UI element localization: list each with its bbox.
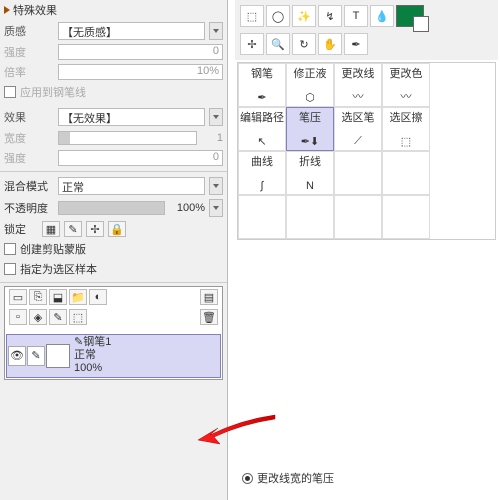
rate-val[interactable]: 10% xyxy=(58,64,223,80)
lock-move-icon[interactable]: ✢ xyxy=(86,221,104,237)
cell-b4 xyxy=(382,195,430,239)
wand-icon[interactable]: ✨ xyxy=(292,5,316,27)
mask-icon[interactable]: ◐ xyxy=(89,289,107,305)
texture-label: 质感 xyxy=(4,23,54,39)
intensity2-val[interactable]: 0 xyxy=(58,150,223,166)
cell-correction[interactable]: 修正液⬡ xyxy=(286,63,334,107)
lock-pad-icon[interactable]: 🔒 xyxy=(108,221,126,237)
folder-icon[interactable]: 📁 xyxy=(69,289,87,305)
pressure-radio-label: 更改线宽的笔压 xyxy=(257,470,334,486)
cell-e1 xyxy=(334,151,382,195)
sel-label: 指定为选区样本 xyxy=(20,261,97,277)
trash-icon[interactable]: 🗑 xyxy=(200,309,218,325)
width-bar[interactable] xyxy=(58,131,197,145)
intensity2-label: 强度 xyxy=(4,150,54,166)
cell-curve[interactable]: 曲线∫ xyxy=(238,151,286,195)
opacity-bar[interactable] xyxy=(58,201,165,215)
eye-icon[interactable]: 👁 xyxy=(8,346,26,366)
i3-icon[interactable]: ✎ xyxy=(49,309,67,325)
cell-b1 xyxy=(238,195,286,239)
zoom-icon[interactable]: 🔍 xyxy=(266,33,290,55)
lock-pen-icon[interactable]: ✎ xyxy=(64,221,82,237)
cell-selpen[interactable]: 选区笔⟋ xyxy=(334,107,382,151)
rate-label: 倍率 xyxy=(4,64,54,80)
apply-pen-label: 应用到钢笔线 xyxy=(20,84,86,100)
lock-label: 锁定 xyxy=(4,221,38,237)
intensity-label: 强度 xyxy=(4,44,54,60)
clip-cb[interactable] xyxy=(4,243,16,255)
text-icon[interactable]: T xyxy=(344,5,368,27)
layer-mode: 正常 xyxy=(74,349,219,362)
hand-icon[interactable]: ✋ xyxy=(318,33,342,55)
cell-changecolor[interactable]: 更改色〰 xyxy=(382,63,430,107)
blend-label: 混合模式 xyxy=(4,178,54,194)
intensity-val[interactable]: 0 xyxy=(58,44,223,60)
layer-name: ✎钢笔1 xyxy=(74,336,219,349)
opacity-dd[interactable] xyxy=(209,199,223,217)
color-swatch[interactable] xyxy=(396,5,424,27)
tool-grid: 钢笔✒ 修正液⬡ 更改线〰 更改色〰 编辑路径↖ 笔压✒⬇ 选区笔⟋ 选区擦⬚ … xyxy=(237,62,496,240)
cell-polyline[interactable]: 折线N xyxy=(286,151,334,195)
cell-pen[interactable]: 钢笔✒ xyxy=(238,63,286,107)
effect-select[interactable]: 【无效果】 xyxy=(58,108,205,126)
apply-pen-cb[interactable] xyxy=(4,86,16,98)
cell-e2 xyxy=(382,151,430,195)
clip-label: 创建剪贴蒙版 xyxy=(20,241,86,257)
menu-icon[interactable]: ▤ xyxy=(200,289,218,305)
texture-select[interactable]: 【无质感】 xyxy=(58,22,205,40)
i4-icon[interactable]: ⬚ xyxy=(69,309,87,325)
red-arrow-icon xyxy=(190,410,280,450)
width-label: 宽度 xyxy=(4,130,54,146)
fx-header[interactable]: 特殊效果 xyxy=(0,0,227,20)
marquee-oval-icon[interactable]: ◯ xyxy=(266,5,290,27)
copy-layer-icon[interactable]: ⎘ xyxy=(29,289,47,305)
cell-b3 xyxy=(334,195,382,239)
layer-opacity: 100% xyxy=(74,362,219,375)
layer-item[interactable]: 👁 ✎ ✎钢笔1 正常 100% xyxy=(6,334,221,378)
merge-icon[interactable]: ⬓ xyxy=(49,289,67,305)
cell-pressure[interactable]: 笔压✒⬇ xyxy=(286,107,334,151)
texture-dd[interactable] xyxy=(209,22,223,40)
rotate-icon[interactable]: ↻ xyxy=(292,33,316,55)
pen-vis-icon[interactable]: ✎ xyxy=(27,346,45,366)
blend-dd[interactable] xyxy=(209,177,223,195)
cell-b2 xyxy=(286,195,334,239)
lasso-icon[interactable]: ↯ xyxy=(318,5,342,27)
cell-changeline[interactable]: 更改线〰 xyxy=(334,63,382,107)
eyedrop-icon[interactable]: 💧 xyxy=(370,5,394,27)
pen-tool-icon[interactable]: ✒ xyxy=(344,33,368,55)
new-layer-icon[interactable]: ▭ xyxy=(9,289,27,305)
opacity-label: 不透明度 xyxy=(4,200,54,216)
move-icon[interactable]: ✢ xyxy=(240,33,264,55)
layer-thumb xyxy=(46,344,70,368)
sel-cb[interactable] xyxy=(4,263,16,275)
effect-label: 效果 xyxy=(4,109,54,125)
lock-all-icon[interactable]: ▦ xyxy=(42,221,60,237)
i2-icon[interactable]: ◈ xyxy=(29,309,47,325)
cell-editpath[interactable]: 编辑路径↖ xyxy=(238,107,286,151)
i1-icon[interactable]: ▫ xyxy=(9,309,27,325)
blend-select[interactable]: 正常 xyxy=(58,177,205,195)
effect-dd[interactable] xyxy=(209,108,223,126)
pressure-radio[interactable] xyxy=(242,473,253,484)
cell-selerase[interactable]: 选区擦⬚ xyxy=(382,107,430,151)
marquee-rect-icon[interactable]: ⬚ xyxy=(240,5,264,27)
